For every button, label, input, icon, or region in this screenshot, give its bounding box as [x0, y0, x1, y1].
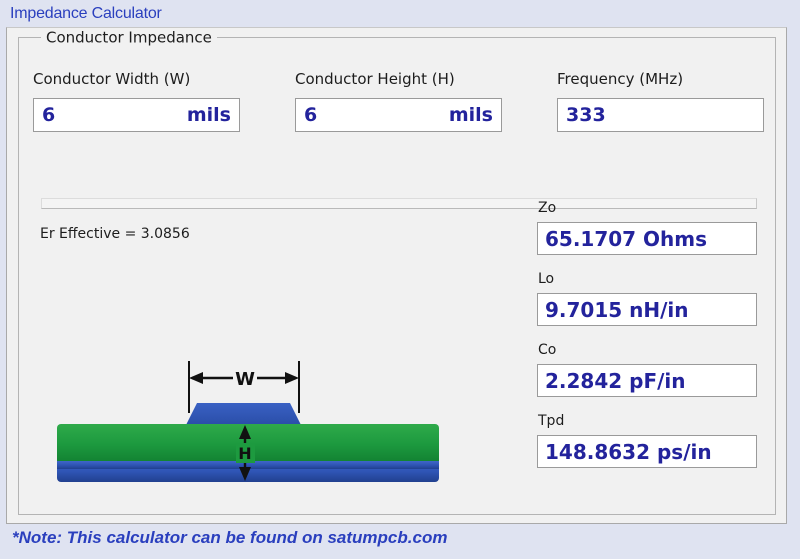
conductor-height-unit: mils: [448, 103, 493, 126]
result-label-zo: Zo: [538, 200, 557, 216]
frequency-input[interactable]: 333: [557, 98, 764, 132]
microstrip-cross-section-diagram: W H: [37, 353, 467, 488]
result-label-tpd: Tpd: [538, 413, 565, 429]
label-conductor-width: Conductor Width (W): [33, 70, 191, 88]
er-effective-text: Er Effective = 3.0856: [40, 226, 190, 242]
footer-note: *Note: This calculator can be found on s…: [12, 528, 448, 547]
result-value-zo: 65.1707 Ohms: [545, 226, 708, 251]
conductor-trace-shape: [186, 403, 301, 425]
groupbox-legend: Conductor Impedance: [41, 28, 217, 47]
conductor-height-value: 6: [304, 103, 318, 126]
conductor-width-input[interactable]: 6 mils: [33, 98, 240, 132]
label-conductor-height: Conductor Height (H): [295, 70, 455, 88]
result-label-lo: Lo: [538, 271, 555, 287]
result-value-zo-box[interactable]: 65.1707 Ohms: [537, 222, 757, 255]
result-value-lo: 9.7015 nH/in: [545, 297, 689, 322]
result-value-tpd: 148.8632 ps/in: [545, 439, 712, 464]
result-label-co: Co: [538, 342, 557, 358]
width-arrowhead-right-icon: [285, 372, 299, 384]
height-label: H: [238, 444, 251, 463]
result-value-co-box[interactable]: 2.2842 pF/in: [537, 364, 757, 397]
width-arrowhead-left-icon: [189, 372, 203, 384]
result-value-tpd-box[interactable]: 148.8632 ps/in: [537, 435, 757, 468]
result-value-co: 2.2842 pF/in: [545, 368, 686, 393]
conductor-width-unit: mils: [186, 103, 231, 126]
label-frequency: Frequency (MHz): [557, 70, 684, 88]
frequency-value: 333: [566, 103, 606, 126]
conductor-width-value: 6: [42, 103, 56, 126]
calculator-panel: Conductor Impedance Conductor Width (W) …: [6, 27, 787, 524]
impedance-calculator-window: Impedance Calculator Conductor Impedance…: [0, 0, 800, 559]
window-title: Impedance Calculator: [10, 5, 162, 22]
section-separator: [41, 198, 757, 209]
width-label: W: [235, 369, 255, 390]
conductor-height-input[interactable]: 6 mils: [295, 98, 502, 132]
result-value-lo-box[interactable]: 9.7015 nH/in: [537, 293, 757, 326]
